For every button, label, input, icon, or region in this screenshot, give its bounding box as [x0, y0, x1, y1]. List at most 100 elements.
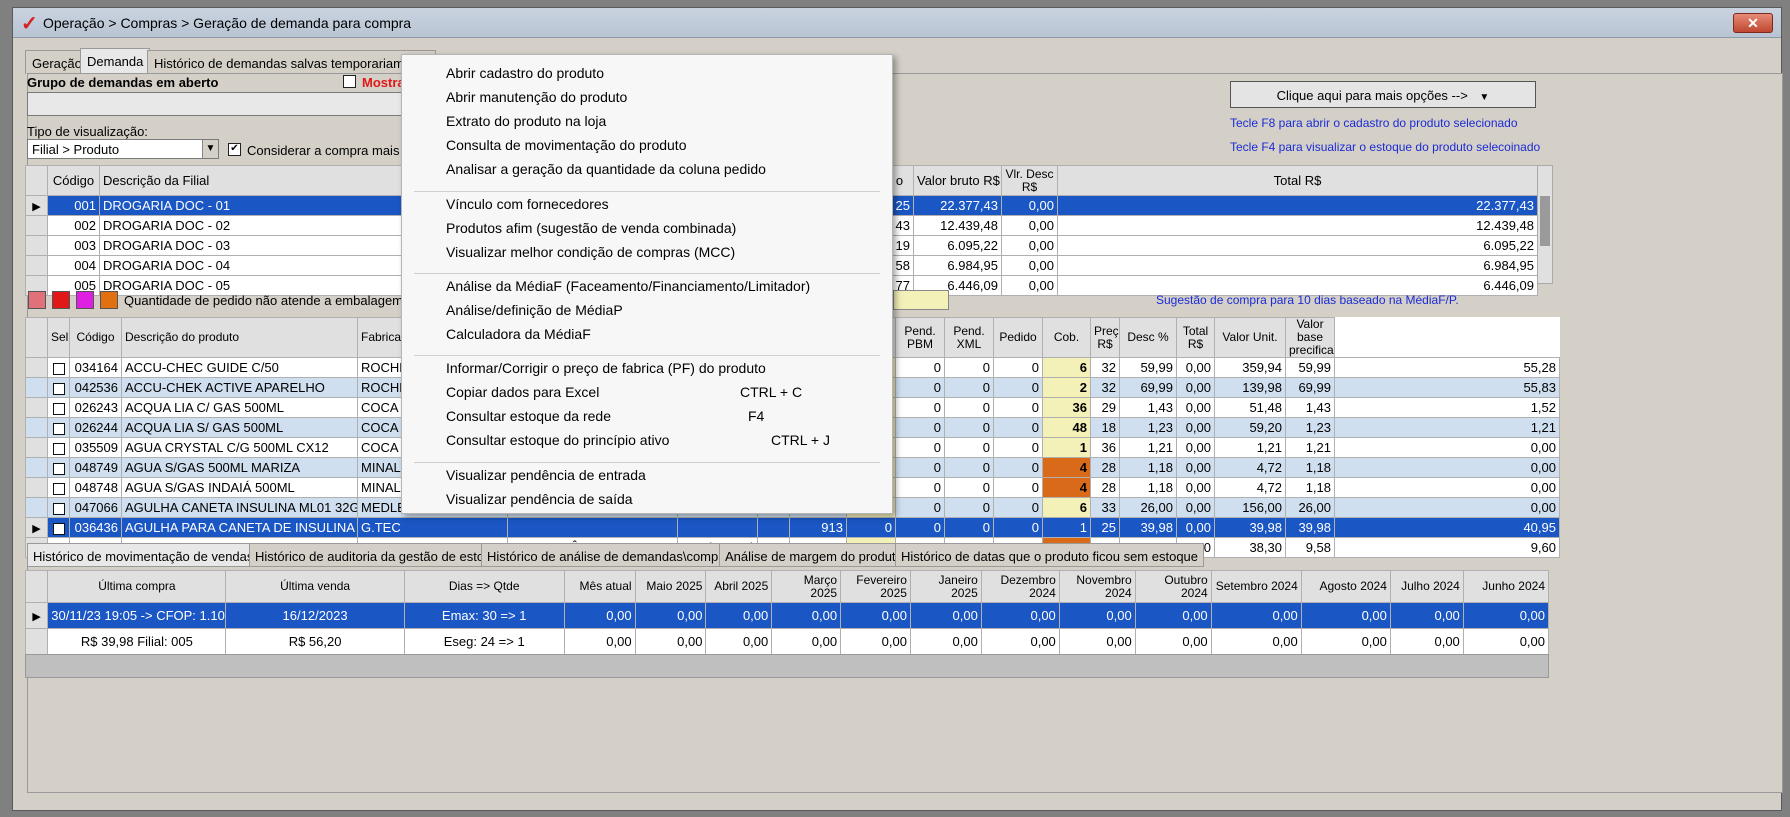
row-indicator[interactable]: ▶	[25, 195, 48, 216]
menu-item[interactable]: Análise/definição de MédiaP	[446, 302, 623, 318]
history-row[interactable]: ▶ 30/11/23 19:05 -> CFOP: 1.102 16/12/2023…	[24, 602, 1550, 629]
history-col[interactable]: Março 2025	[771, 570, 842, 603]
history-col[interactable]: Abril 2025	[705, 570, 773, 603]
chevron-down-icon[interactable]: ▼	[202, 140, 218, 158]
show-checkbox[interactable]	[343, 75, 356, 88]
select-cell[interactable]	[47, 357, 70, 378]
col-valor-unit[interactable]: Valor Unit.	[1214, 317, 1286, 358]
row-indicator[interactable]	[25, 215, 48, 236]
close-button[interactable]: ✕	[1733, 13, 1773, 33]
col-pend-pbm[interactable]: Pend. PBM	[895, 317, 945, 358]
row-indicator[interactable]: ▶	[24, 602, 49, 629]
bottom-tab[interactable]: Histórico de datas que o produto ficou s…	[895, 543, 1205, 567]
menu-item[interactable]: Abrir manutenção do produto	[446, 89, 627, 105]
menu-item[interactable]: Extrato do produto na loja	[446, 113, 606, 129]
history-col[interactable]: Agosto 2024	[1300, 570, 1391, 603]
history-col[interactable]: Novembro 2024	[1058, 570, 1136, 603]
row-select-checkbox[interactable]	[52, 462, 65, 475]
menu-item[interactable]: Consultar estoque do princípio ativo	[446, 432, 669, 448]
row-select-checkbox[interactable]	[52, 362, 65, 375]
row-indicator[interactable]	[25, 417, 48, 438]
menu-item[interactable]: Copiar dados para Excel	[446, 384, 599, 400]
tab-demanda[interactable]: Demanda	[80, 48, 151, 74]
select-cell[interactable]	[47, 437, 70, 458]
row-select-checkbox[interactable]	[52, 482, 65, 495]
col-descricao-produto[interactable]: Descrição do produto	[121, 317, 358, 358]
menu-item[interactable]: Vínculo com fornecedores	[446, 196, 609, 212]
history-col[interactable]: Junho 2024	[1462, 570, 1550, 603]
select-cell[interactable]	[47, 517, 70, 538]
col-desc[interactable]: Desc %	[1119, 317, 1177, 358]
col-pedido[interactable]: Pedido	[993, 317, 1043, 358]
tab-historico-demandas[interactable]: Histórico de demandas salvas temporariam…	[147, 50, 437, 74]
col-preco[interactable]: Preço R$	[1090, 317, 1120, 358]
col-valor-base[interactable]: Valor base precificação	[1285, 317, 1335, 358]
view-type-select[interactable]: Filial > Produto ▼	[27, 139, 219, 159]
more-options-button[interactable]: Clique aqui para mais opções --> ▼	[1230, 81, 1536, 108]
menu-item[interactable]: Consulta de movimentação do produto	[446, 137, 686, 153]
col-total[interactable]: Total R$	[1057, 165, 1538, 196]
bottom-tab[interactable]: Histórico de movimentação de vendas	[27, 543, 260, 567]
history-col[interactable]: Setembro 2024	[1210, 570, 1302, 603]
col-vlr-desc[interactable]: Vlr. Desc R$	[1001, 165, 1058, 196]
menu-item[interactable]: Abrir cadastro do produto	[446, 65, 604, 81]
row-indicator[interactable]	[25, 477, 48, 498]
col-cob[interactable]: Cob.	[1042, 317, 1091, 358]
select-cell[interactable]	[47, 457, 70, 478]
history-col[interactable]: Maio 2025	[634, 570, 707, 603]
history-col[interactable]: Janeiro 2025	[909, 570, 982, 603]
row-select-checkbox[interactable]	[52, 382, 65, 395]
select-cell[interactable]	[47, 477, 70, 498]
col-total[interactable]: Total R$	[1176, 317, 1215, 358]
row-indicator[interactable]	[25, 377, 48, 398]
select-cell[interactable]	[47, 497, 70, 518]
history-col[interactable]: Dezembro 2024	[980, 570, 1060, 603]
menu-item[interactable]: Analisar a geração da quantidade da colu…	[446, 161, 766, 177]
history-col[interactable]: Fevereiro 2025	[840, 570, 911, 603]
col-pend-xml[interactable]: Pend. XML	[944, 317, 994, 358]
menu-item[interactable]: Consultar estoque da rede	[446, 408, 611, 424]
select-cell[interactable]	[47, 397, 70, 418]
history-col[interactable]: Julho 2024	[1389, 570, 1464, 603]
menu-item[interactable]: Visualizar pendência de saída	[446, 491, 633, 507]
row-indicator[interactable]	[25, 397, 48, 418]
col-valor-bruto[interactable]: Valor bruto R$	[913, 165, 1002, 196]
row-indicator[interactable]	[25, 497, 48, 518]
bottom-tab[interactable]: Histórico de auditoria da gestão de esto…	[249, 543, 512, 567]
menu-item[interactable]: Calculadora da MédiaF	[446, 326, 591, 342]
select-cell[interactable]	[47, 377, 70, 398]
demand-group-field[interactable]	[27, 92, 405, 116]
row-indicator[interactable]	[25, 235, 48, 256]
menu-item[interactable]: Análise da MédiaF (Faceamento/Financiame…	[446, 278, 810, 294]
row-select-checkbox[interactable]	[52, 522, 65, 535]
row-select-checkbox[interactable]	[52, 502, 65, 515]
col-codigo[interactable]: Código	[69, 317, 122, 358]
menu-item[interactable]: Visualizar pendência de entrada	[446, 467, 646, 483]
col-codigo[interactable]: Código	[47, 165, 100, 196]
history-col[interactable]: Outubro 2024	[1134, 570, 1212, 603]
product-row[interactable]: ▶ 036436 AGULHA PARA CANETA DE INSULINA G-…	[25, 517, 1560, 538]
consider-checkbox[interactable]: ✔	[228, 143, 241, 156]
row-select-checkbox[interactable]	[52, 442, 65, 455]
row-indicator[interactable]	[25, 457, 48, 478]
menu-item[interactable]: Informar/Corrigir o preço de fabrica (PF…	[446, 360, 766, 376]
row-indicator[interactable]: ▶	[25, 517, 48, 538]
row-indicator[interactable]	[24, 628, 49, 655]
history-row[interactable]: R$ 39,98 Filial: 005 R$ 56,20 Eseg: 24 => …	[24, 628, 1550, 655]
history-col[interactable]: Última venda	[225, 570, 405, 603]
menu-item[interactable]: Produtos afim (sugestão de venda combina…	[446, 220, 736, 236]
history-col[interactable]: Mês atual	[563, 570, 636, 603]
bottom-tab[interactable]: Análise de margem do produto	[719, 543, 909, 567]
history-col[interactable]: Dias => Qtde	[403, 570, 565, 603]
menu-item[interactable]: Visualizar melhor condição de compras (M…	[446, 244, 735, 260]
col-descricao-filial[interactable]: Descrição da Filial	[99, 165, 410, 196]
branch-scroll-thumb[interactable]	[1540, 196, 1550, 246]
row-indicator[interactable]	[25, 357, 48, 378]
row-indicator[interactable]	[25, 255, 48, 276]
branch-scrollbar[interactable]	[1537, 165, 1553, 284]
col-sel[interactable]: Sel	[47, 317, 70, 358]
select-cell[interactable]	[47, 417, 70, 438]
row-select-checkbox[interactable]	[52, 422, 65, 435]
history-col[interactable]: Última compra	[47, 570, 227, 603]
bottom-tab[interactable]: Histórico de análise de demandas\compras	[481, 543, 743, 567]
